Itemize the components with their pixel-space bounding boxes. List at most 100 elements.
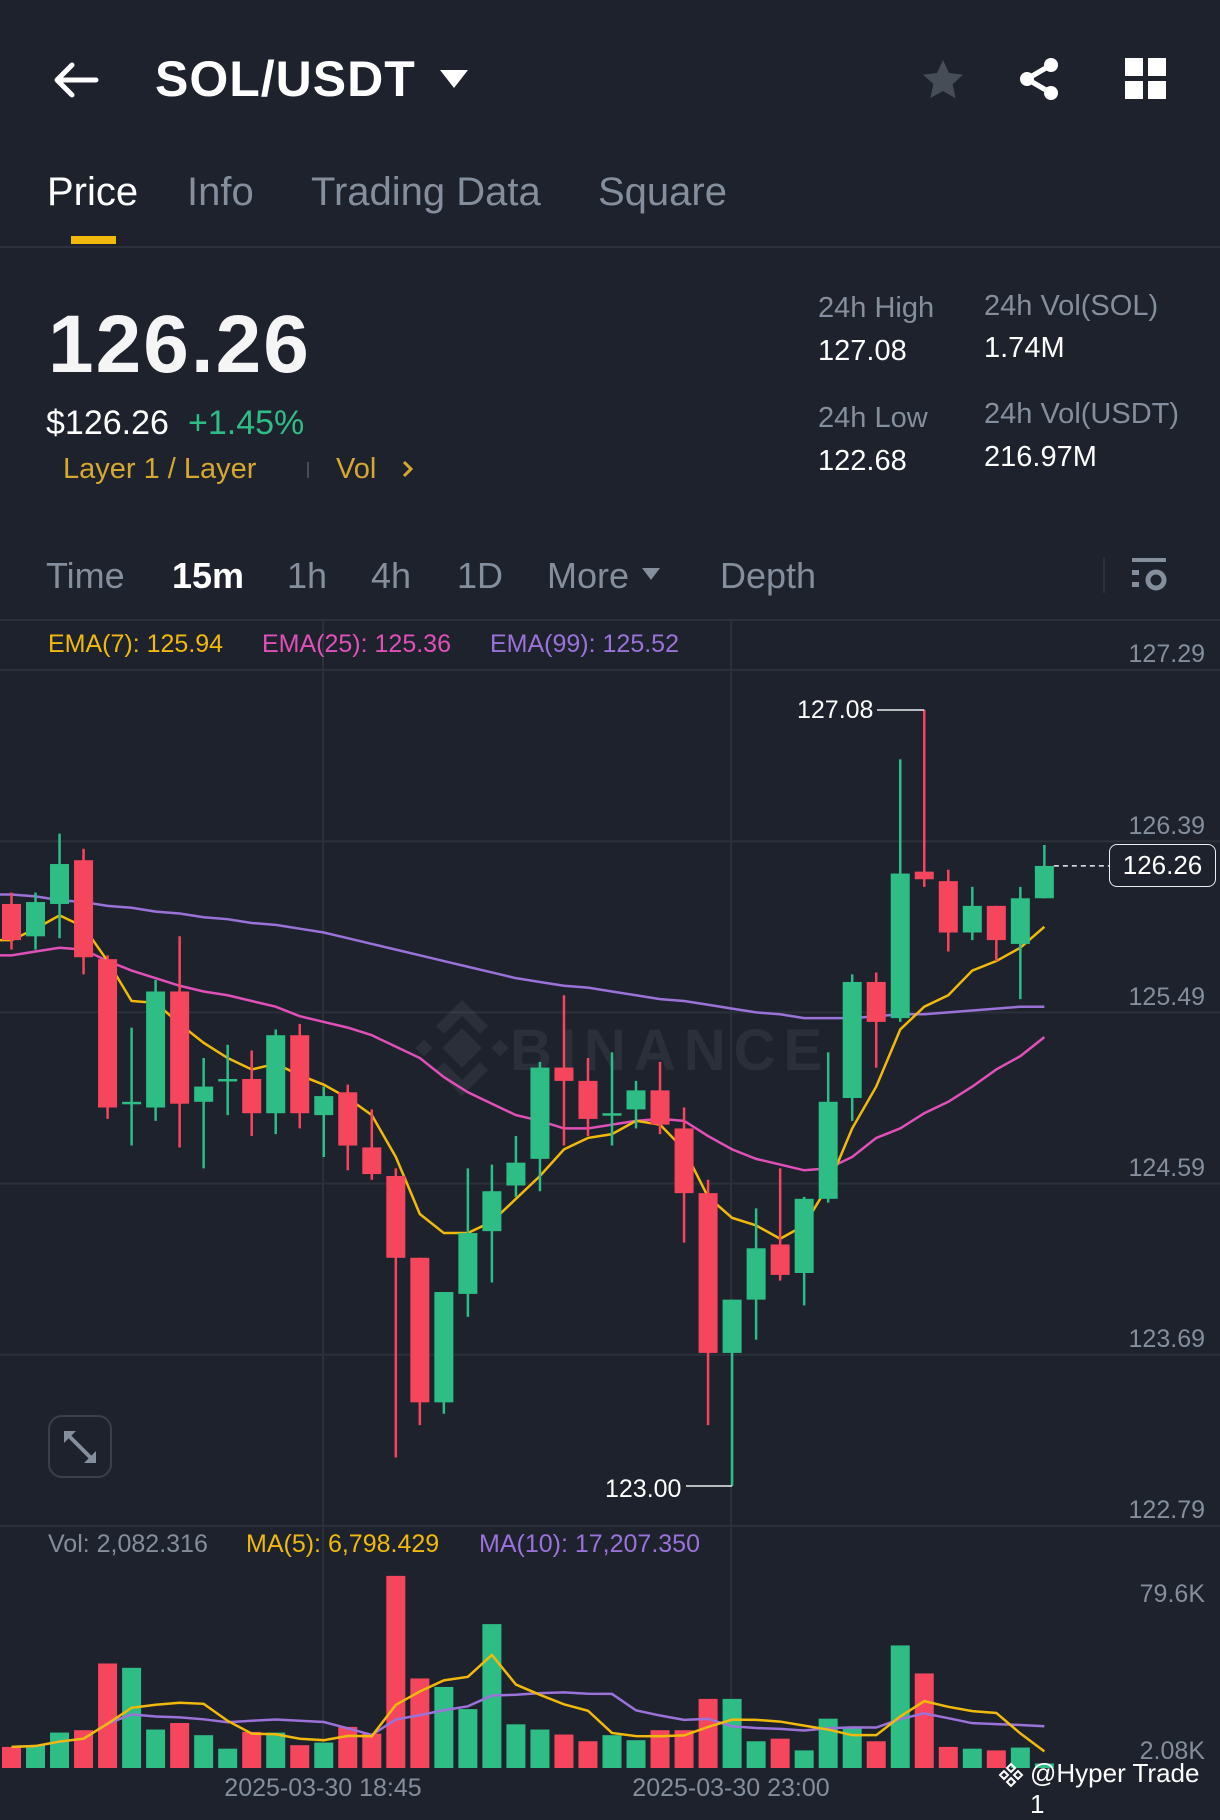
candle-body xyxy=(866,981,886,1022)
candle xyxy=(938,869,958,952)
volume-bar xyxy=(218,1748,238,1768)
volume-bar xyxy=(938,1746,958,1768)
ema25-legend: EMA(25): 125.36 xyxy=(262,630,451,658)
candle xyxy=(338,1084,358,1171)
binance-logo-icon xyxy=(998,1762,1024,1788)
tf-1h[interactable]: 1h xyxy=(287,555,327,597)
tf-time[interactable]: Time xyxy=(46,555,125,597)
tf-more[interactable]: More xyxy=(547,555,629,597)
tab-info[interactable]: Info xyxy=(187,170,254,215)
candle-body xyxy=(938,881,958,933)
tf-4h[interactable]: 4h xyxy=(371,555,411,597)
volume-bar xyxy=(626,1740,646,1768)
volume-bar xyxy=(386,1575,406,1768)
usd-price: $126.26 xyxy=(46,404,169,442)
fullscreen-button[interactable] xyxy=(48,1415,112,1478)
volume-bar xyxy=(434,1686,454,1768)
volume-bar xyxy=(2,1746,21,1768)
volume-bar xyxy=(290,1745,310,1768)
candle xyxy=(530,1061,550,1192)
ema99-legend: EMA(99): 125.52 xyxy=(490,630,679,658)
candle xyxy=(98,955,118,1119)
tf-depth[interactable]: Depth xyxy=(720,555,816,597)
back-arrow-icon xyxy=(54,62,99,98)
candle xyxy=(50,833,70,939)
tag-separator xyxy=(307,462,309,478)
dropdown-icon[interactable] xyxy=(438,68,470,90)
volume-bar xyxy=(194,1735,214,1768)
volume-bar xyxy=(602,1735,622,1768)
high-annotation: 127.08 xyxy=(797,696,874,724)
volume-bar xyxy=(506,1724,526,1768)
volume-bar xyxy=(242,1731,262,1768)
volume-bar xyxy=(50,1732,70,1768)
candle xyxy=(482,1164,502,1283)
volume-bar xyxy=(962,1748,982,1768)
vol-usdt-value: 216.97M xyxy=(984,441,1097,473)
tab-price[interactable]: Price xyxy=(47,170,138,215)
volume-bar xyxy=(818,1718,838,1768)
candle xyxy=(170,936,190,1148)
vol-tag-link[interactable]: Vol xyxy=(336,453,376,486)
current-price-marker: 126.26 xyxy=(1109,844,1216,887)
chevron-right-icon[interactable] xyxy=(401,459,415,479)
candle xyxy=(194,1058,214,1169)
candle-body xyxy=(986,905,1006,941)
candle xyxy=(410,1257,430,1426)
candle-body xyxy=(434,1292,454,1403)
share-icon[interactable] xyxy=(1015,54,1063,104)
volume-ma10-line xyxy=(11,1691,1045,1749)
pair-title[interactable]: SOL/USDT xyxy=(155,50,416,108)
toolbar-separator xyxy=(1103,557,1105,593)
candle-body xyxy=(218,1078,238,1082)
candle-body xyxy=(698,1193,718,1353)
kline-chart[interactable]: BINANCE xyxy=(0,0,1220,1797)
tf-1d[interactable]: 1D xyxy=(457,555,503,597)
candle-body xyxy=(26,902,46,937)
price-change-percent: +1.45% xyxy=(188,404,305,442)
candle xyxy=(1010,886,1030,1000)
expand-icon xyxy=(64,1430,96,1463)
candle xyxy=(290,1023,310,1129)
high-24h-label: 24h High xyxy=(818,292,935,324)
candle-body xyxy=(386,1175,406,1258)
candle-body xyxy=(554,1067,574,1081)
category-tag-link[interactable]: Layer 1 / Layer xyxy=(63,453,256,486)
candle-body xyxy=(194,1086,214,1102)
back-button[interactable] xyxy=(50,58,100,102)
price-axis-label: 125.49 xyxy=(1128,983,1205,1011)
candle xyxy=(722,1299,742,1487)
ma10-legend: MA(10): 17,207.350 xyxy=(479,1530,700,1558)
last-price: 126.26 xyxy=(48,299,311,390)
candle-body xyxy=(1034,865,1054,899)
candle-body xyxy=(290,1035,310,1114)
candle xyxy=(314,1086,334,1157)
candle xyxy=(386,1168,406,1458)
price-axis-label: 122.79 xyxy=(1128,1496,1205,1524)
candle xyxy=(674,1107,694,1243)
grid-icon[interactable] xyxy=(1125,58,1167,100)
candle-body xyxy=(122,1101,142,1105)
candle-body xyxy=(674,1128,694,1194)
volume-bar xyxy=(890,1645,910,1768)
more-dropdown-icon[interactable] xyxy=(641,567,661,581)
volume-bar xyxy=(722,1698,742,1768)
tab-square[interactable]: Square xyxy=(598,170,727,215)
candle xyxy=(962,886,982,941)
chart-settings-icon[interactable] xyxy=(1130,556,1168,596)
candle-body xyxy=(626,1090,646,1110)
volume-bar xyxy=(266,1732,286,1768)
vol-sol-label: 24h Vol(SOL) xyxy=(984,290,1159,322)
tab-trading-data[interactable]: Trading Data xyxy=(311,170,541,215)
candle-body xyxy=(242,1078,262,1114)
toolbar-divider xyxy=(0,619,1220,621)
candle-body xyxy=(962,905,982,933)
candle xyxy=(842,974,862,1121)
candle xyxy=(890,759,910,1022)
candle-body xyxy=(362,1147,382,1175)
tf-15m[interactable]: 15m xyxy=(172,555,244,597)
candle-body xyxy=(914,871,934,880)
star-icon[interactable] xyxy=(918,56,968,104)
ma5-legend: MA(5): 6,798.429 xyxy=(246,1530,440,1558)
candle-body xyxy=(266,1035,286,1114)
